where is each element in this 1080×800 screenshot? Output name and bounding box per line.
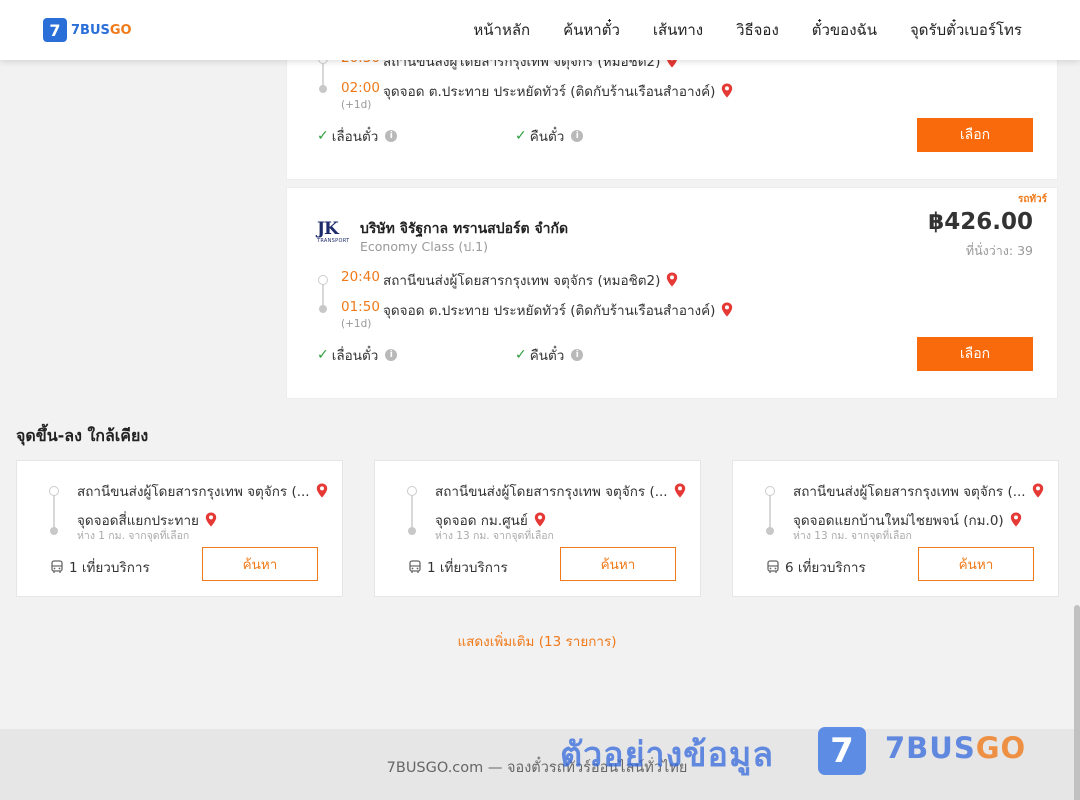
check-icon: ✓ — [317, 347, 329, 363]
arrive-dot — [319, 85, 327, 93]
seats-available: ที่นั่งว่าง: 39 — [965, 243, 1033, 258]
nearby-card: สถานีขนส่งผู้โดยสารกรุงเทพ จตุจักร (... … — [16, 460, 343, 597]
bus-icon — [409, 560, 421, 573]
info-icon[interactable]: i — [571, 130, 584, 142]
nearby-search-button[interactable]: ค้นหา — [918, 547, 1034, 581]
nearby-trips: 1 เที่ยวบริการ — [50, 556, 150, 578]
nearby-origin: สถานีขนส่งผู้โดยสารกรุงเทพ จตุจักร (... — [435, 480, 686, 502]
arrive-stop: จุดจอด ต.ประทาย ประหยัดทัวร์ (ติดกับร้าน… — [383, 299, 733, 321]
show-more-link[interactable]: แสดงเพิ่มเติม (13 รายการ) — [0, 630, 1074, 652]
watermark-text: ตัวอย่างข้อมูล — [560, 735, 775, 775]
nearby-origin: สถานีขนส่งผู้โดยสารกรุงเทพ จตุจักร (... — [77, 480, 328, 502]
main-nav: หน้าหลัก ค้นหาตั๋ว เส้นทาง วิธีจอง ตั๋วข… — [473, 0, 1022, 60]
bus-class: Economy Class (ป.1) — [360, 239, 489, 254]
origin-dot — [407, 486, 417, 496]
dest-dot — [408, 527, 416, 535]
operator-logo: JK TRANSPORT — [317, 219, 350, 245]
nearby-card: สถานีขนส่งผู้โดยสารกรุงเทพ จตุจักร (... … — [732, 460, 1059, 597]
trip-card: 20:30 สถานีขนส่งผู้โดยสารกรุงเทพ จตุจักร… — [286, 40, 1058, 180]
map-pin-icon[interactable] — [721, 83, 733, 98]
feature-refund: ✓ คืนตั๋ว i — [515, 344, 584, 366]
info-icon[interactable]: i — [571, 349, 584, 361]
info-icon[interactable]: i — [385, 349, 398, 361]
map-pin-icon[interactable] — [534, 512, 546, 527]
bus-icon — [51, 560, 63, 573]
depart-dot — [318, 275, 328, 285]
depart-time: 20:40 — [341, 269, 380, 285]
bus-icon — [767, 560, 779, 573]
nearby-trips: 6 เที่ยวบริการ — [766, 556, 866, 578]
nearby-title: จุดขึ้น-ลง ใกล้เคียง — [16, 426, 149, 445]
feature-reschedule: ✓ เลื่อนตั๋ว i — [317, 344, 398, 366]
arrive-time: 01:50 — [341, 299, 380, 315]
map-pin-icon[interactable] — [316, 483, 328, 498]
logo-mark: 7 — [43, 18, 67, 42]
route-line — [53, 495, 55, 527]
arrive-time: 02:00 — [341, 80, 380, 96]
map-pin-icon[interactable] — [721, 302, 733, 317]
nav-ticket-pickup[interactable]: จุดรับตั๋วเบอร์โทร — [910, 18, 1022, 42]
watermark-brand: 7BUSGO — [885, 731, 1027, 765]
map-pin-icon[interactable] — [674, 483, 686, 498]
nav-my-tickets[interactable]: ตั๋วของฉัน — [812, 18, 877, 42]
nearby-card: สถานีขนส่งผู้โดยสารกรุงเทพ จตุจักร (... … — [374, 460, 701, 597]
depart-stop: สถานีขนส่งผู้โดยสารกรุงเทพ จตุจักร (หมอช… — [383, 269, 678, 291]
plus-day-label: (+1d) — [341, 99, 372, 111]
nearby-trips: 1 เที่ยวบริการ — [408, 556, 508, 578]
nav-routes[interactable]: เส้นทาง — [653, 18, 703, 42]
dest-dot — [50, 527, 58, 535]
top-header: 7 7BUSGO หน้าหลัก ค้นหาตั๋ว เส้นทาง วิธี… — [0, 0, 1080, 60]
map-pin-icon[interactable] — [666, 272, 678, 287]
nearby-search-button[interactable]: ค้นหา — [202, 547, 318, 581]
nav-home[interactable]: หน้าหลัก — [473, 18, 530, 42]
map-pin-icon[interactable] — [205, 512, 217, 527]
nearby-distance: ห่าง 1 กม. จากจุดที่เลือก — [77, 530, 190, 542]
check-icon: ✓ — [317, 128, 329, 144]
select-trip-button[interactable]: เลือก — [917, 337, 1033, 371]
feature-refund: ✓ คืนตั๋ว i — [515, 125, 584, 147]
route-line — [411, 495, 413, 527]
check-icon: ✓ — [515, 347, 527, 363]
site-logo[interactable]: 7 7BUSGO — [43, 18, 132, 42]
origin-dot — [765, 486, 775, 496]
scrollbar-thumb[interactable] — [1074, 605, 1080, 800]
arrive-dot — [319, 305, 327, 313]
nav-how-to-book[interactable]: วิธีจอง — [736, 18, 779, 42]
scrollbar[interactable] — [1074, 60, 1080, 800]
route-line — [769, 495, 771, 527]
dest-dot — [766, 527, 774, 535]
nearby-distance: ห่าง 13 กม. จากจุดที่เลือก — [793, 530, 912, 542]
plus-day-label: (+1d) — [341, 318, 372, 330]
select-trip-button[interactable]: เลือก — [917, 118, 1033, 152]
nearby-search-button[interactable]: ค้นหา — [560, 547, 676, 581]
nearby-origin: สถานีขนส่งผู้โดยสารกรุงเทพ จตุจักร (... — [793, 480, 1044, 502]
check-icon: ✓ — [515, 128, 527, 144]
origin-dot — [49, 486, 59, 496]
arrive-stop: จุดจอด ต.ประทาย ประหยัดทัวร์ (ติดกับร้าน… — [383, 80, 733, 102]
logo-text: 7BUSGO — [71, 22, 132, 38]
watermark-logo: 7 — [818, 727, 866, 775]
feature-reschedule: ✓ เลื่อนตั๋ว i — [317, 125, 398, 147]
map-pin-icon[interactable] — [1032, 483, 1044, 498]
bus-type-tag: รถทัวร์ — [1017, 194, 1047, 205]
nearby-distance: ห่าง 13 กม. จากจุดที่เลือก — [435, 530, 554, 542]
map-pin-icon[interactable] — [1010, 512, 1022, 527]
info-icon[interactable]: i — [385, 130, 398, 142]
nav-search-ticket[interactable]: ค้นหาตั๋ว — [563, 18, 620, 42]
trip-card: รถทัวร์ JK TRANSPORT บริษัท จิรัฐกาล ทรา… — [286, 187, 1058, 399]
trip-price: ฿426.00 — [928, 209, 1033, 235]
